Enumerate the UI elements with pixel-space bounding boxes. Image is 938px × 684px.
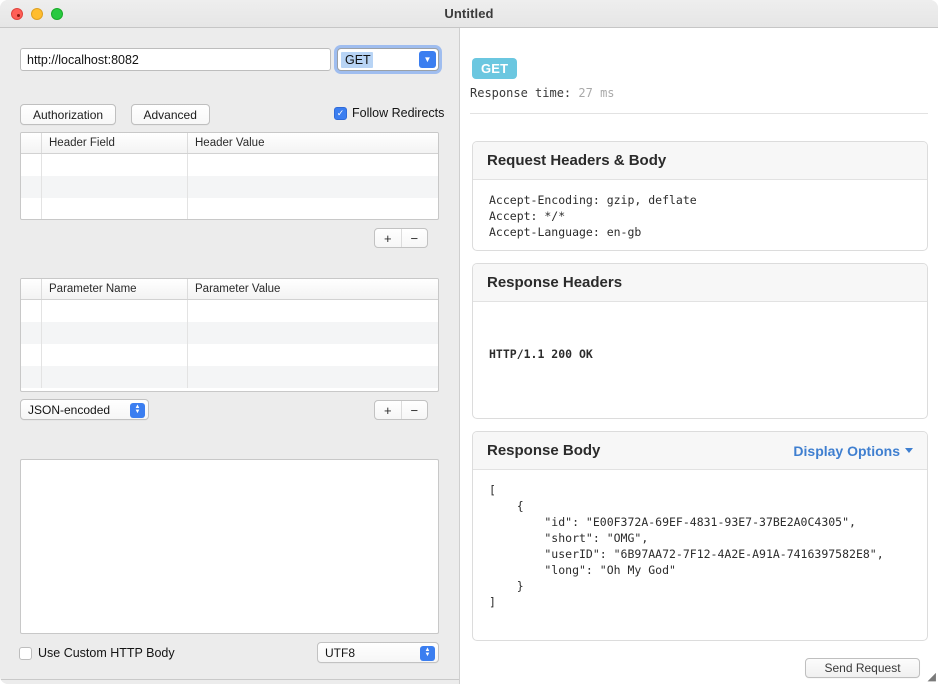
advanced-button[interactable]: Advanced [130, 104, 210, 125]
request-editor-pane: GET ▼ Authorization Advanced ✓ Follow Re… [0, 28, 459, 684]
resize-grip-icon[interactable]: ◢ [924, 671, 936, 683]
add-parameter-button[interactable]: + [375, 401, 402, 419]
method-combobox[interactable]: GET ▼ [337, 48, 439, 71]
add-header-button[interactable]: + [375, 229, 402, 247]
follow-redirects-checkbox[interactable]: ✓ [334, 106, 347, 120]
header-value-cell[interactable] [188, 198, 438, 219]
request-headers-card-content: Accept-Encoding: gzip, deflate Accept: *… [489, 193, 697, 239]
parameters-table-header: Parameter Name Parameter Value [21, 279, 438, 300]
display-options-label: Display Options [793, 442, 900, 459]
table-row[interactable] [21, 344, 438, 366]
response-body-content: [ { "id": "E00F372A-69EF-4831-93E7-37BE2… [489, 483, 884, 609]
param-name-cell[interactable] [42, 322, 188, 344]
http-body-textarea[interactable] [20, 459, 439, 634]
param-name-cell[interactable] [42, 300, 188, 322]
table-row[interactable] [21, 154, 438, 176]
response-divider [470, 113, 928, 114]
charset-select[interactable]: UTF8 ▲ ▼ [317, 642, 439, 663]
remove-header-button[interactable]: − [402, 229, 428, 247]
params-gutter-column [21, 279, 42, 299]
headers-column-field[interactable]: Header Field [42, 133, 188, 153]
window-title: Untitled [444, 6, 494, 21]
row-gutter [21, 366, 42, 388]
stepper-updown-icon[interactable]: ▲ ▼ [420, 645, 435, 661]
stepper-updown-icon[interactable]: ▲ ▼ [130, 402, 145, 418]
method-badge: GET [472, 58, 518, 79]
request-headers-card-title: Request Headers & Body [487, 152, 667, 169]
row-gutter [21, 176, 42, 198]
headers-gutter-column [21, 133, 42, 153]
row-gutter [21, 198, 42, 219]
headers-table-header: Header Field Header Value [21, 133, 438, 154]
header-value-cell[interactable] [188, 154, 438, 176]
url-input[interactable] [20, 48, 331, 71]
response-time-label: Response time: [470, 86, 572, 100]
header-field-cell[interactable] [42, 198, 188, 219]
row-gutter [21, 322, 42, 344]
table-row[interactable] [21, 198, 438, 219]
use-custom-body-label: Use Custom HTTP Body [38, 646, 175, 660]
param-value-cell[interactable] [188, 300, 438, 322]
param-value-cell[interactable] [188, 366, 438, 388]
app-window: Untitled GET ▼ Authorization Advanced ✓ … [0, 0, 938, 684]
row-gutter [21, 154, 42, 176]
follow-redirects-label: Follow Redirects [352, 106, 445, 120]
follow-redirects-row[interactable]: ✓ Follow Redirects [334, 106, 444, 120]
param-name-cell[interactable] [42, 344, 188, 366]
close-button-icon[interactable] [11, 8, 23, 20]
param-value-cell[interactable] [188, 322, 438, 344]
params-add-remove-control[interactable]: + − [374, 400, 428, 420]
request-headers-card-header: Request Headers & Body [473, 142, 927, 180]
table-row[interactable] [21, 366, 438, 388]
header-value-cell[interactable] [188, 176, 438, 198]
use-custom-body-checkbox[interactable] [19, 646, 32, 660]
header-field-cell[interactable] [42, 154, 188, 176]
headers-column-value[interactable]: Header Value [188, 133, 438, 153]
table-row[interactable] [21, 176, 438, 198]
bottom-separator [0, 679, 459, 680]
auth-buttons-row: Authorization Advanced [20, 104, 210, 125]
send-request-button[interactable]: Send Request [805, 658, 920, 678]
request-headers-card: Request Headers & Body Accept-Encoding: … [472, 141, 928, 251]
param-value-cell[interactable] [188, 344, 438, 366]
traffic-lights [11, 8, 63, 20]
encoding-selected-value: JSON-encoded [28, 402, 111, 417]
remove-parameter-button[interactable]: − [402, 401, 428, 419]
response-body-card-title: Response Body [487, 442, 601, 459]
response-headers-card-content: HTTP/1.1 200 OK Content-Type: applicatio… [473, 302, 927, 418]
encoding-select[interactable]: JSON-encoded ▲ ▼ [20, 399, 149, 420]
response-body-card: Response Body Display Options [ { "id": … [472, 431, 928, 641]
parameters-table[interactable]: Parameter Name Parameter Value [20, 278, 439, 392]
url-row [20, 48, 331, 71]
table-row[interactable] [21, 300, 438, 322]
response-time-row: Response time: 27 ms [470, 86, 615, 100]
status-line: HTTP/1.1 200 OK [489, 347, 593, 361]
response-body-card-header: Response Body Display Options [473, 432, 927, 470]
param-name-cell[interactable] [42, 366, 188, 388]
chevron-down-icon [905, 448, 913, 453]
headers-table[interactable]: Header Field Header Value [20, 132, 439, 220]
authorization-button[interactable]: Authorization [20, 104, 117, 125]
table-row[interactable] [21, 322, 438, 344]
response-headers-card: Response Headers HTTP/1.1 200 OK Content… [472, 263, 928, 419]
params-column-name[interactable]: Parameter Name [42, 279, 188, 299]
response-headers-card-title: Response Headers [487, 274, 623, 291]
minimize-button-icon[interactable] [31, 8, 43, 20]
title-bar: Untitled [0, 0, 938, 28]
response-time-value: 27 ms [578, 86, 615, 100]
chevron-down-icon[interactable]: ▼ [419, 51, 436, 68]
response-headers-card-header: Response Headers [473, 264, 927, 302]
display-options-button[interactable]: Display Options [793, 443, 913, 459]
method-selected-value: GET [341, 51, 373, 68]
headers-add-remove-control[interactable]: + − [374, 228, 428, 248]
header-field-cell[interactable] [42, 176, 188, 198]
params-column-value[interactable]: Parameter Value [188, 279, 438, 299]
row-gutter [21, 344, 42, 366]
charset-selected-value: UTF8 [325, 645, 355, 660]
row-gutter [21, 300, 42, 322]
zoom-button-icon[interactable] [51, 8, 63, 20]
use-custom-body-row[interactable]: Use Custom HTTP Body [19, 646, 175, 660]
